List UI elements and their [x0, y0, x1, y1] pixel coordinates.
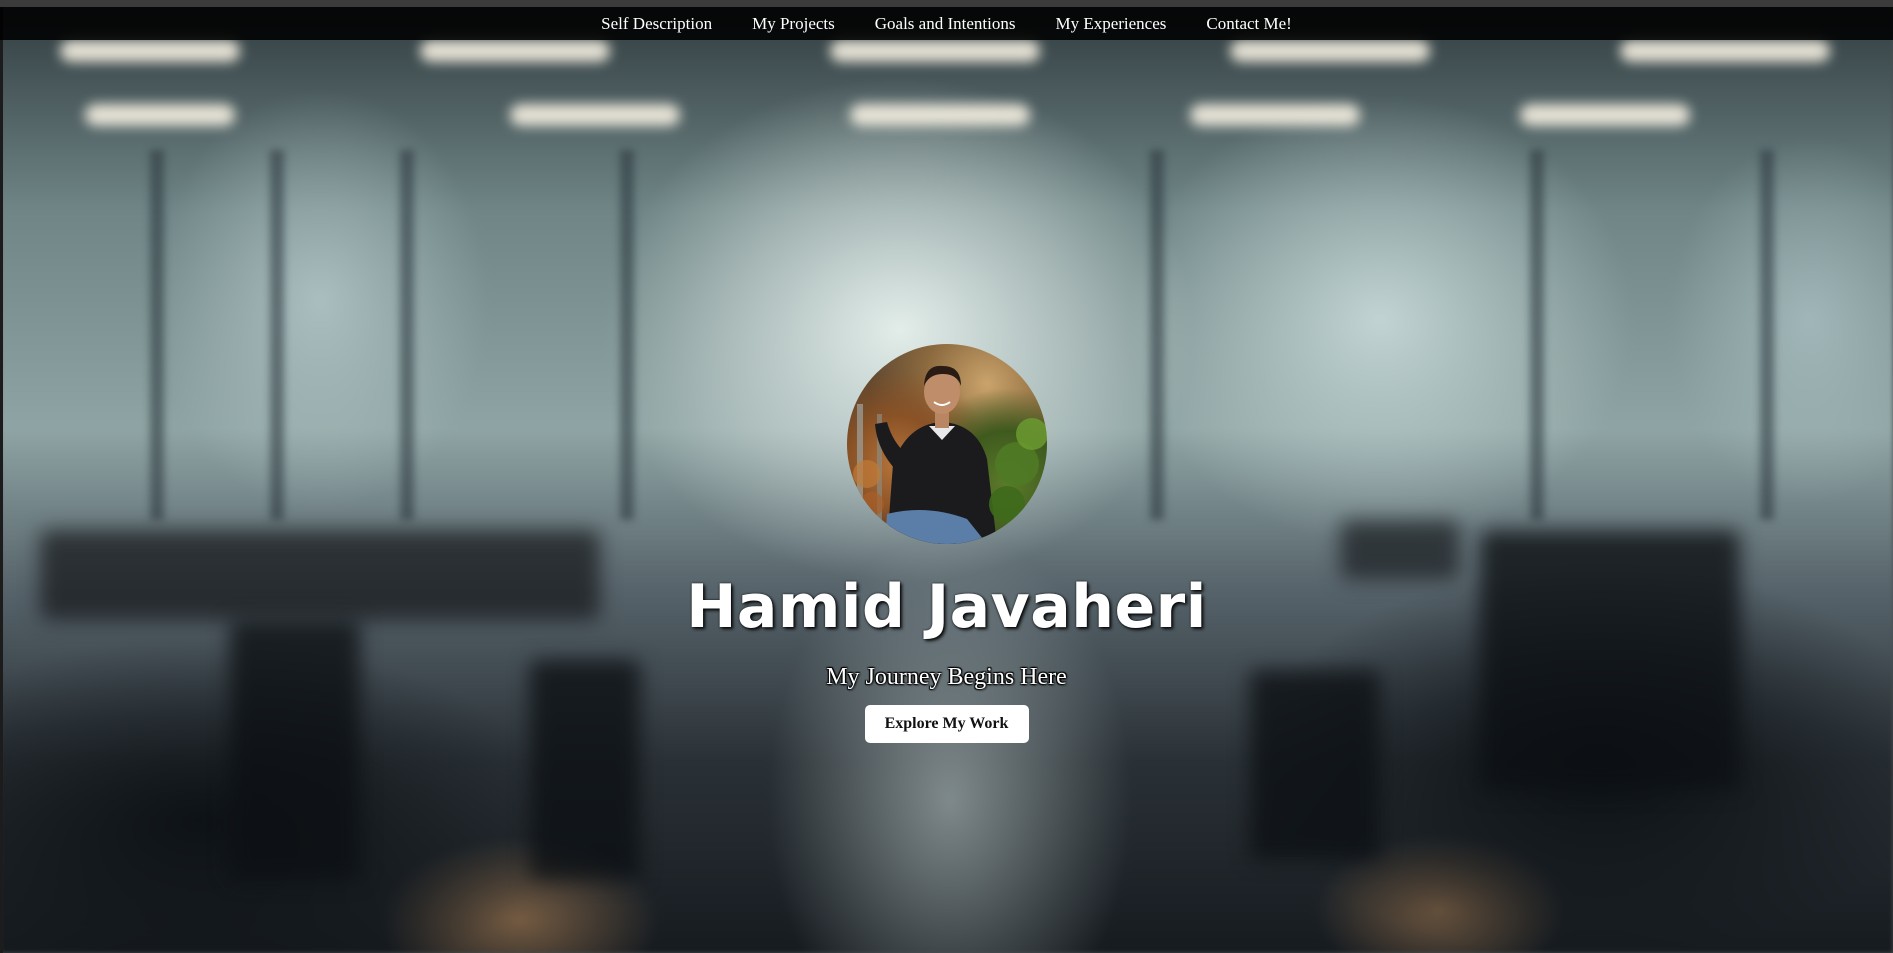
top-nav: Self Description My Projects Goals and I…	[0, 7, 1893, 40]
page: Self Description My Projects Goals and I…	[0, 0, 1893, 953]
nav-contact-me[interactable]: Contact Me!	[1206, 14, 1291, 34]
hero-section: Hamid Javaheri My Journey Begins Here Ex…	[0, 344, 1893, 743]
nav-self-description[interactable]: Self Description	[601, 14, 712, 34]
browser-top-strip	[0, 0, 1893, 7]
ceiling-light	[510, 104, 680, 126]
ceiling-light	[830, 40, 1040, 62]
hero-tagline: My Journey Begins Here	[826, 664, 1067, 690]
ceiling-light	[60, 40, 240, 62]
ceiling-light	[1230, 40, 1430, 62]
nav-my-experiences[interactable]: My Experiences	[1055, 14, 1166, 34]
ceiling-light	[1620, 40, 1830, 62]
nav-my-projects[interactable]: My Projects	[752, 14, 835, 34]
ceiling-light	[420, 40, 610, 62]
ceiling-light	[1190, 104, 1360, 126]
ceiling-light	[85, 104, 235, 126]
profile-photo-illustration	[852, 365, 1047, 544]
nav-goals-and-intentions[interactable]: Goals and Intentions	[875, 14, 1016, 34]
profile-avatar	[846, 344, 1047, 544]
ceiling-light	[850, 104, 1030, 126]
ceiling-light	[1520, 104, 1690, 126]
explore-my-work-button[interactable]: Explore My Work	[864, 705, 1029, 743]
hero-name: Hamid Javaheri	[686, 572, 1207, 642]
